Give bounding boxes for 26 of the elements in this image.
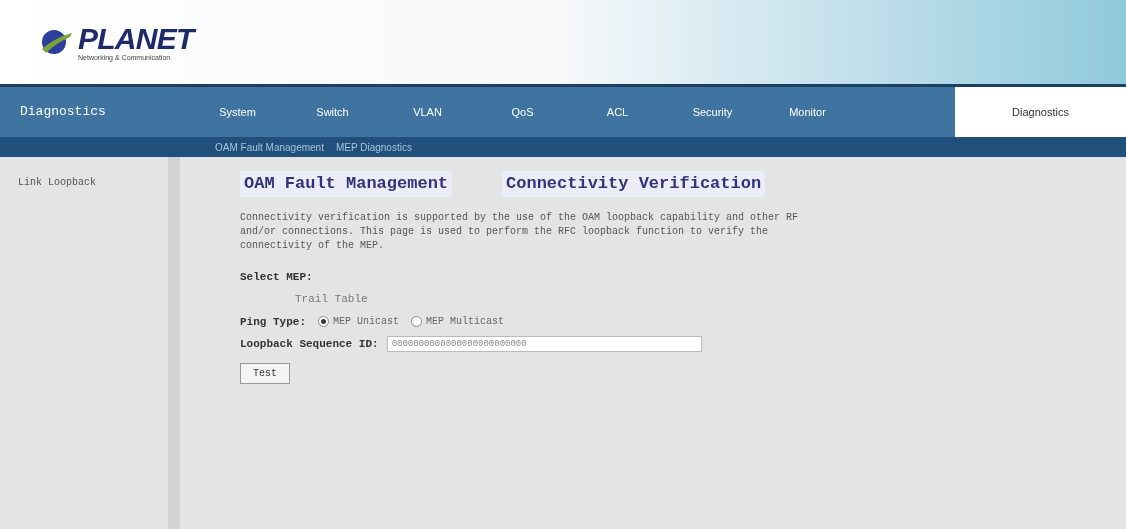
nav-tab[interactable]: Monitor <box>760 103 855 121</box>
page-subtitle: Connectivity Verification <box>502 171 766 197</box>
test-button[interactable]: Test <box>240 362 290 384</box>
field-label: Loopback Sequence ID: <box>240 337 379 352</box>
sidebar-item[interactable]: Link Loopback <box>18 175 168 190</box>
page-title: OAM Fault Management <box>240 171 453 197</box>
field-label: Ping Type: <box>240 314 306 330</box>
sequence-id-field[interactable]: 0000000000000000000000000 <box>386 336 702 353</box>
nav-tab[interactable]: VLAN <box>380 103 475 121</box>
section-title: Diagnostics <box>19 103 107 122</box>
radio-label: MEP Multicast <box>426 315 505 330</box>
radio-label: MEP Unicast <box>333 315 400 330</box>
radio-button[interactable] <box>318 316 329 328</box>
subnav-link[interactable]: MEP Diagnostics <box>335 139 412 155</box>
description-text: Connectivity verification is supported by the use of the OAM loopback capability and other RF and/or connections. This page is used to perform the RFC loopback function to verify the connectivity of the MEP. <box>240 210 800 253</box>
nav-tab[interactable]: Security <box>665 103 760 121</box>
globe-icon <box>40 27 74 57</box>
radio-button[interactable] <box>411 316 423 328</box>
nav-tab[interactable]: Switch <box>285 103 380 121</box>
nav-tab[interactable]: System <box>190 103 285 121</box>
nav-tab[interactable]: Diagnostics <box>955 87 1126 137</box>
nav-tab[interactable]: QoS <box>475 103 570 121</box>
mep-value: Trail Table <box>294 292 369 307</box>
field-label: Select MEP: <box>240 269 314 285</box>
subnav-link[interactable]: OAM Fault Management <box>215 139 324 155</box>
nav-tab[interactable]: ACL <box>570 103 665 121</box>
